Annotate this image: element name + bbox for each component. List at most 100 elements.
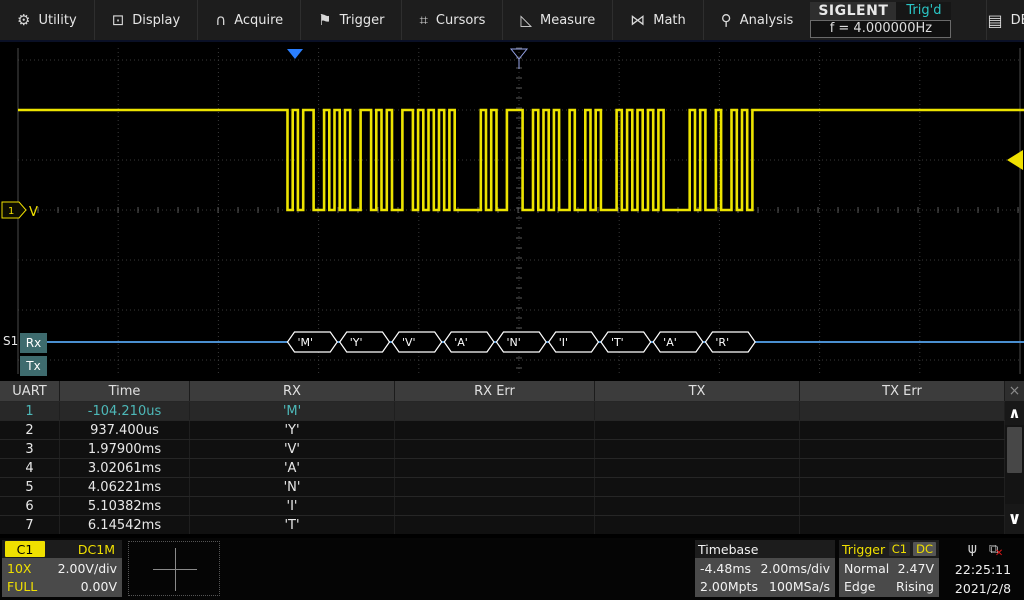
channel1-info-box[interactable]: C1 DC1M 10X 2.00V/div FULL 0.00V bbox=[2, 540, 122, 597]
trigger-level: 2.47V bbox=[898, 561, 934, 576]
menu-item-cursors[interactable]: ⌗ Cursors bbox=[401, 0, 502, 40]
cursors-icon: ⌗ bbox=[419, 11, 427, 29]
scope-display-area[interactable]: 1V'M''Y''V''A''N''I''T''A''R' S1 Rx Tx bbox=[0, 42, 1024, 381]
table-cell bbox=[395, 516, 595, 534]
decode-bubble-label: 'V' bbox=[402, 336, 416, 349]
table-cell bbox=[395, 440, 595, 458]
table-cell: 'T' bbox=[190, 516, 395, 534]
column-header-time: Time bbox=[60, 381, 190, 401]
trigger-delay-marker[interactable] bbox=[287, 49, 303, 59]
trigger-info-box[interactable]: Trigger C1 DC Normal 2.47V Edge Rising bbox=[839, 540, 939, 597]
table-row[interactable]: 31.97900ms'V' bbox=[0, 439, 1024, 458]
table-cell bbox=[395, 459, 595, 477]
decode-bubble bbox=[496, 332, 546, 352]
svg-text:1: 1 bbox=[8, 206, 14, 217]
column-header-tx: TX bbox=[595, 381, 800, 401]
table-cell: 6 bbox=[0, 497, 60, 515]
decode-menu-label: DECODE bbox=[1011, 13, 1024, 28]
table-row[interactable]: 2937.400us'Y' bbox=[0, 420, 1024, 439]
menu-item-measure[interactable]: ◺ Measure bbox=[502, 0, 612, 40]
decode-bubble bbox=[705, 332, 755, 352]
lan-disconnected-icon: ✕ bbox=[995, 548, 1003, 559]
frequency-readout: f = 4.000000Hz bbox=[810, 20, 951, 38]
usb-icon[interactable]: ψ bbox=[968, 541, 977, 557]
table-cell bbox=[800, 440, 1005, 458]
decode-bubble-label: 'Y' bbox=[350, 336, 363, 349]
table-cell bbox=[595, 459, 800, 477]
trigger-slope: Rising bbox=[896, 579, 934, 594]
rx-bus-badge[interactable]: Rx bbox=[20, 333, 47, 353]
table-row[interactable]: 1-104.210us'M' bbox=[0, 401, 1024, 420]
lan-icon[interactable]: ⧉✕ bbox=[989, 542, 998, 557]
decode-bubble-label: 'A' bbox=[663, 336, 677, 349]
menu-item-display[interactable]: ⊡Display bbox=[94, 0, 198, 40]
decode-bubble-label: 'I' bbox=[559, 336, 568, 349]
measure-icon: ◺ bbox=[520, 11, 532, 29]
menu-item-label: Cursors bbox=[436, 13, 486, 28]
table-cell: 1 bbox=[0, 402, 60, 420]
menu-item-acquire[interactable]: ∩Acquire bbox=[197, 0, 300, 40]
scrollbar-thumb[interactable] bbox=[1007, 427, 1022, 473]
trigger-level-marker[interactable] bbox=[1007, 150, 1023, 170]
table-cell: 'M' bbox=[190, 402, 395, 420]
menu-bar: ⚙Utility⊡Display∩Acquire⚑Trigger ⌗ Cursors… bbox=[0, 0, 1024, 42]
table-cell bbox=[595, 497, 800, 515]
clock-time: 22:25:11 bbox=[955, 563, 1011, 577]
table-cell: 'I' bbox=[190, 497, 395, 515]
table-cell bbox=[395, 402, 595, 420]
table-cell bbox=[395, 478, 595, 496]
table-cell: 3.02061ms bbox=[60, 459, 190, 477]
scroll-up-button[interactable]: ∧ bbox=[1005, 401, 1024, 425]
table-cell bbox=[800, 421, 1005, 439]
table-cell: 1.97900ms bbox=[60, 440, 190, 458]
table-cell: 2 bbox=[0, 421, 60, 439]
trigger-mode: Normal bbox=[844, 561, 889, 576]
trigger-flag-icon: ⚑ bbox=[318, 11, 331, 29]
menu-item-decode[interactable]: ▤ DECODE bbox=[986, 0, 1024, 40]
channel1-coupling: DC1M bbox=[78, 542, 119, 557]
trigger-title: Trigger bbox=[842, 542, 885, 557]
table-row[interactable]: 54.06221ms'N' bbox=[0, 477, 1024, 496]
channel1-trace bbox=[18, 110, 1024, 210]
table-row[interactable]: 43.02061ms'A' bbox=[0, 458, 1024, 477]
gear-icon: ⚙ bbox=[17, 11, 30, 29]
tx-bus-badge[interactable]: Tx bbox=[20, 356, 47, 376]
table-cell bbox=[395, 421, 595, 439]
menu-item-trigger[interactable]: ⚑Trigger bbox=[300, 0, 401, 40]
waveform-display[interactable]: 1V'M''Y''V''A''N''I''T''A''R' bbox=[0, 42, 1024, 381]
table-row[interactable]: 65.10382ms'I' bbox=[0, 496, 1024, 515]
display-icon: ⊡ bbox=[112, 11, 125, 29]
column-header-uart: UART bbox=[0, 381, 60, 401]
table-cell: 4.06221ms bbox=[60, 478, 190, 496]
uart-decode-table: UARTTimeRXRX ErrTXTX Err 1-104.210us'M'2… bbox=[0, 381, 1024, 534]
scrollbar-track[interactable] bbox=[1005, 475, 1024, 504]
menu-item-utility[interactable]: ⚙Utility bbox=[0, 0, 94, 40]
close-table-button[interactable]: × bbox=[1005, 381, 1024, 401]
channel1-badge: C1 bbox=[5, 541, 45, 557]
scroll-down-button[interactable]: ∨ bbox=[1005, 504, 1024, 534]
table-cell bbox=[800, 516, 1005, 534]
decode-bubble bbox=[392, 332, 442, 352]
decode-bubble-label: 'M' bbox=[298, 336, 314, 349]
channel-placeholder-box[interactable] bbox=[128, 541, 220, 596]
acquire-icon: ∩ bbox=[215, 11, 226, 29]
bus-group-label: S1 bbox=[3, 334, 18, 348]
menu-item-label: Measure bbox=[540, 13, 595, 28]
memory-depth: 2.00Mpts bbox=[700, 579, 758, 594]
decode-bubble-label: 'T' bbox=[611, 336, 624, 349]
horizontal-scale: 2.00ms/div bbox=[760, 561, 830, 576]
table-cell bbox=[800, 478, 1005, 496]
status-bar: C1 DC1M 10X 2.00V/div FULL 0.00V Timebas… bbox=[0, 538, 1024, 600]
table-cell: 5.10382ms bbox=[60, 497, 190, 515]
table-row[interactable]: 76.14542ms'T' bbox=[0, 515, 1024, 534]
timebase-title: Timebase bbox=[698, 542, 758, 557]
brand-logo: SIGLENT bbox=[810, 2, 896, 20]
menu-item-label: Analysis bbox=[740, 13, 794, 28]
table-cell: 'N' bbox=[190, 478, 395, 496]
timebase-info-box[interactable]: Timebase -4.48ms 2.00ms/div 2.00Mpts 100… bbox=[695, 540, 835, 597]
menu-item-math[interactable]: ⋈Math bbox=[612, 0, 703, 40]
menu-item-analysis[interactable]: ⚲Analysis bbox=[703, 0, 811, 40]
column-header-rx-err: RX Err bbox=[395, 381, 595, 401]
table-cell: 5 bbox=[0, 478, 60, 496]
trigger-type: Edge bbox=[844, 579, 875, 594]
